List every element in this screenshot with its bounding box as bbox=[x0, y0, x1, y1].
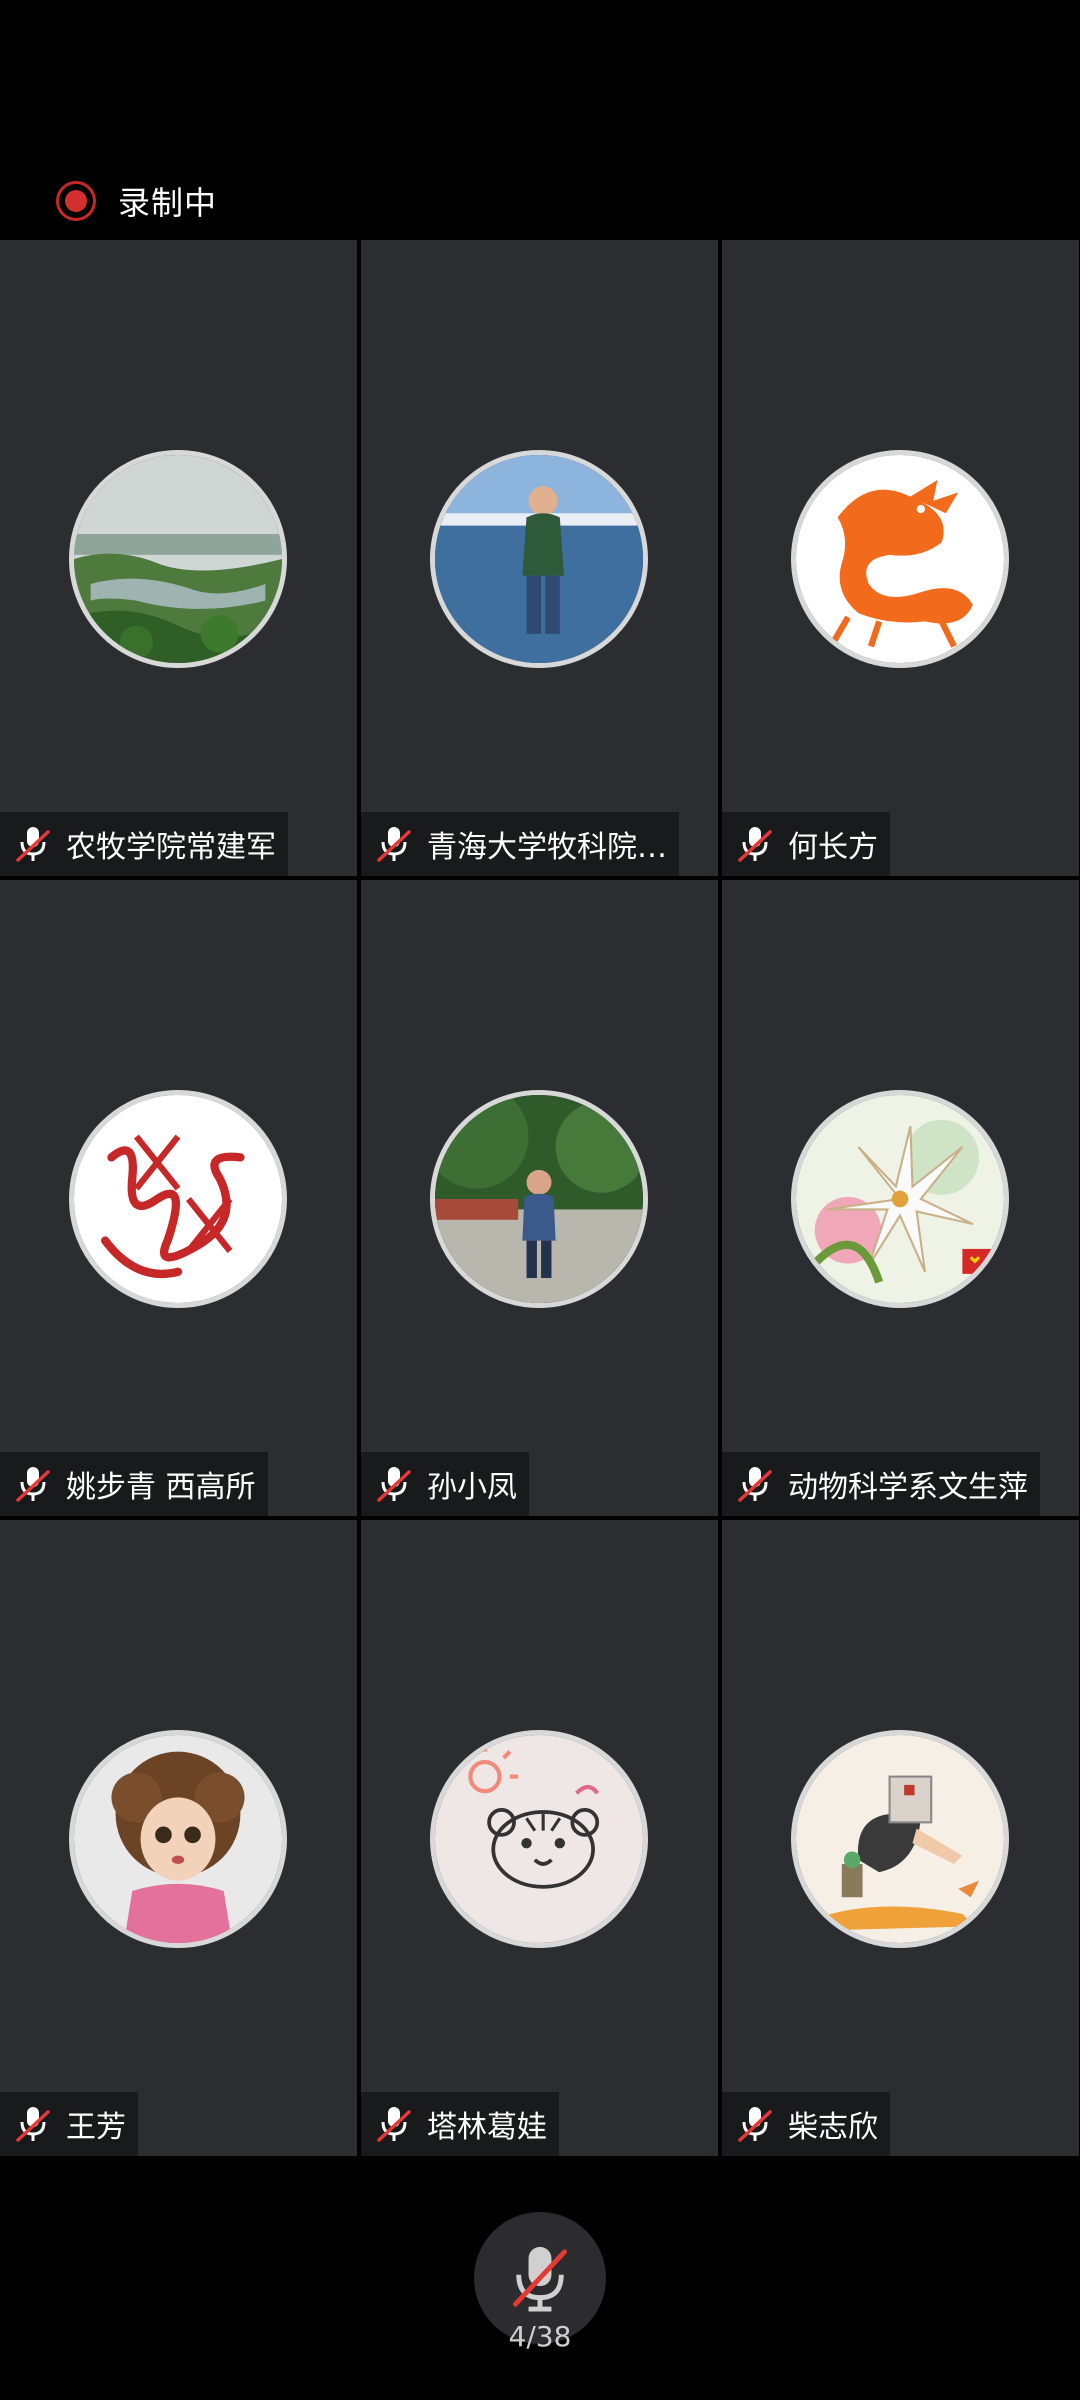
mic-muted-icon bbox=[16, 2107, 50, 2142]
participant-name: 姚步青 西高所 bbox=[66, 1470, 256, 1505]
avatar bbox=[791, 450, 1009, 668]
participant-tile[interactable]: 柴志欣 bbox=[722, 1520, 1079, 2156]
participant-tile[interactable]: 农牧学院常建军 bbox=[0, 240, 357, 876]
bottom-bar: 4/38 bbox=[0, 2160, 1080, 2400]
participant-name: 塔林葛娃 bbox=[427, 2110, 547, 2145]
participant-name: 农牧学院常建军 bbox=[66, 830, 276, 865]
doll-photo-icon bbox=[74, 1735, 282, 1943]
participant-tile[interactable]: 姚步青 西高所 bbox=[0, 880, 357, 1516]
name-tag: 农牧学院常建军 bbox=[0, 812, 288, 876]
mic-muted-icon bbox=[377, 1467, 411, 1502]
participant-name: 王芳 bbox=[66, 2110, 126, 2145]
avatar bbox=[791, 1730, 1009, 1948]
mic-muted-icon bbox=[738, 1467, 772, 1502]
name-tag: 孙小凤 bbox=[361, 1452, 529, 1516]
name-tag: 青海大学牧科院… bbox=[361, 812, 679, 876]
person-photo-icon bbox=[435, 455, 643, 663]
landscape-photo-icon bbox=[74, 455, 282, 663]
participant-tile[interactable]: 何长方 bbox=[722, 240, 1079, 876]
participant-name: 何长方 bbox=[788, 830, 878, 865]
participant-name: 孙小凤 bbox=[427, 1470, 517, 1505]
participant-tile[interactable]: 孙小凤 bbox=[361, 880, 718, 1516]
name-tag: 姚步青 西高所 bbox=[0, 1452, 268, 1516]
avatar bbox=[791, 1090, 1009, 1308]
recording-indicator: 录制中 bbox=[56, 178, 217, 224]
participant-name: 动物科学系文生萍 bbox=[788, 1470, 1028, 1505]
name-tag: 动物科学系文生萍 bbox=[722, 1452, 1040, 1516]
avatar bbox=[69, 450, 287, 668]
lily-painting-icon bbox=[796, 1095, 1004, 1303]
person-photo-icon bbox=[435, 1095, 643, 1303]
mic-muted-icon bbox=[738, 2107, 772, 2142]
mic-muted-icon bbox=[377, 2107, 411, 2142]
recording-label: 录制中 bbox=[118, 184, 218, 222]
mic-muted-icon bbox=[738, 827, 772, 862]
mic-muted-icon bbox=[513, 2246, 568, 2312]
name-tag: 塔林葛娃 bbox=[361, 2092, 559, 2156]
participant-tile[interactable]: 塔林葛娃 bbox=[361, 1520, 718, 2156]
calligraphy-signature-icon bbox=[74, 1095, 282, 1303]
mic-muted-icon bbox=[16, 1467, 50, 1502]
mic-muted-icon bbox=[16, 827, 50, 862]
mic-muted-icon bbox=[377, 827, 411, 862]
avatar bbox=[69, 1730, 287, 1948]
name-tag: 何长方 bbox=[722, 812, 890, 876]
participant-name: 柴志欣 bbox=[788, 2110, 878, 2145]
participant-grid: 农牧学院常建军 青海大学牧科院… 何长方 姚步青 西高所 孙小凤 动物科学系文生… bbox=[0, 240, 1080, 2160]
avatar bbox=[430, 450, 648, 668]
participant-tile[interactable]: 动物科学系文生萍 bbox=[722, 880, 1079, 1516]
avatar bbox=[430, 1730, 648, 1948]
avatar bbox=[430, 1090, 648, 1308]
illustration-icon bbox=[796, 1735, 1004, 1943]
name-tag: 柴志欣 bbox=[722, 2092, 890, 2156]
dragon-papercut-icon bbox=[796, 455, 1004, 663]
top-bar: 录制中 bbox=[0, 0, 1080, 240]
name-tag: 王芳 bbox=[0, 2092, 138, 2156]
record-icon bbox=[56, 181, 96, 221]
participant-tile[interactable]: 王芳 bbox=[0, 1520, 357, 2156]
participant-tile[interactable]: 青海大学牧科院… bbox=[361, 240, 718, 876]
tiger-drawing-icon bbox=[435, 1735, 643, 1943]
avatar bbox=[69, 1090, 287, 1308]
participant-name: 青海大学牧科院… bbox=[427, 830, 667, 865]
page-indicator: 4/38 bbox=[508, 2320, 572, 2353]
